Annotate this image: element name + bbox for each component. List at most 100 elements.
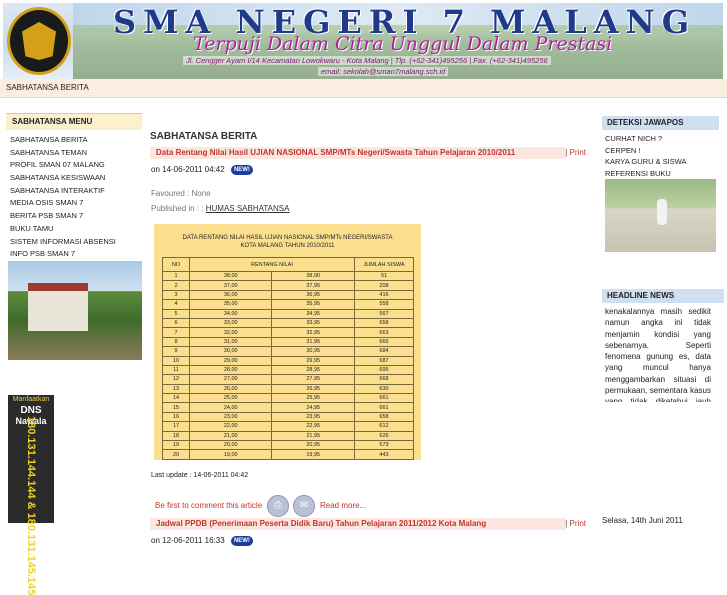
table-cell: 16 bbox=[162, 411, 190, 423]
table-row: 6 33,00 33,95 658 bbox=[162, 317, 414, 329]
exam-results-table: NO RENTANG NILAI JUMLAH SISWA 1 38,00 38,9… bbox=[162, 257, 414, 460]
table-row: 15 24,00 24,95 661 bbox=[162, 402, 414, 413]
table-cell: 34,95 bbox=[271, 308, 355, 319]
print-link[interactable]: | Print bbox=[565, 148, 586, 157]
table-cell: 25,00 bbox=[188, 393, 273, 404]
read-more-link[interactable]: Read more... bbox=[320, 501, 366, 510]
table-cell: 687 bbox=[354, 355, 414, 366]
table-cell: 34,00 bbox=[188, 308, 273, 319]
email-icon[interactable]: ✉ bbox=[293, 495, 315, 517]
jawapos-item-cerpen[interactable]: CERPEN ! bbox=[602, 145, 719, 157]
table-cell: 20,00 bbox=[188, 440, 273, 451]
sidebar-menu-heading: SABHATANSA MENU bbox=[6, 113, 142, 130]
col-header-range: RENTANG NILAI bbox=[189, 257, 355, 272]
school-building-photo bbox=[8, 261, 142, 360]
table-cell: 32,00 bbox=[188, 327, 273, 338]
breadcrumb-bar: SABHATANSA BERITA bbox=[0, 79, 727, 98]
table-cell: 29,95 bbox=[271, 355, 355, 366]
table-cell: 661 bbox=[354, 393, 414, 404]
sidebar-item-profil[interactable]: PROFIL SMAN 07 MALANG bbox=[6, 159, 142, 172]
col-header-count: JUMLAH SISWA bbox=[354, 257, 414, 272]
sidebar-item-teman[interactable]: SABHATANSA TEMAN bbox=[6, 147, 142, 160]
table-cell: 18 bbox=[162, 430, 190, 442]
table-cell: 7 bbox=[162, 327, 190, 338]
table-cell: 4 bbox=[162, 299, 190, 310]
school-address: Jl. Cengger Ayam I/14 Kecamatan Lowokwar… bbox=[183, 56, 551, 65]
jawapos-heading: DETEKSI JAWAPOS bbox=[602, 116, 719, 130]
sidebar-item-buku-tamu[interactable]: BUKU TAMU bbox=[6, 223, 142, 236]
table-cell: 612 bbox=[354, 421, 414, 432]
table-row: 13 26,00 26,95 630 bbox=[162, 383, 414, 395]
sidebar-item-media-osis[interactable]: MEDIA OSIS SMAN 7 bbox=[6, 197, 142, 210]
sidebar-item-berita[interactable]: SABHATANSA BERITA bbox=[6, 134, 142, 147]
table-cell: 19 bbox=[162, 440, 190, 451]
table-cell: 25,95 bbox=[271, 393, 355, 404]
table-cell: 26,00 bbox=[188, 383, 273, 395]
table-cell: 658 bbox=[354, 317, 414, 329]
table-cell: 36,95 bbox=[271, 289, 355, 301]
table-cell: 21,95 bbox=[271, 430, 355, 442]
current-date: Selasa, 14th Juni 2011 bbox=[602, 516, 683, 525]
table-cell: 31,00 bbox=[188, 336, 273, 348]
table-cell: 27,95 bbox=[271, 374, 355, 385]
headline-news-text: kenakalannya masih sedikit namun angka i… bbox=[605, 307, 711, 402]
right-sidebar: DETEKSI JAWAPOS CURHAT NICH ? CERPEN ! K… bbox=[602, 116, 724, 525]
table-cell: 20 bbox=[162, 449, 190, 460]
table-row: 9 30,00 30,95 684 bbox=[162, 346, 414, 357]
table-cell: 668 bbox=[354, 374, 414, 385]
headline-news-heading: HEADLINE NEWS bbox=[602, 289, 724, 303]
students-photo bbox=[605, 179, 716, 252]
table-cell: 27,00 bbox=[188, 374, 273, 385]
table-row: 10 29,00 29,95 687 bbox=[162, 355, 414, 366]
table-cell: 9 bbox=[162, 346, 190, 357]
jawapos-item-karya[interactable]: KARYA GURU & SISWA bbox=[602, 156, 719, 168]
table-row: 17 22,00 22,95 612 bbox=[162, 421, 414, 432]
dns-banner-line1: Manfaatkan bbox=[12, 396, 50, 403]
jawapos-item-referensi[interactable]: REFERENSI BUKU bbox=[602, 168, 719, 180]
table-cell: 19,95 bbox=[271, 449, 355, 460]
comment-link[interactable]: Be first to comment this article bbox=[155, 501, 262, 510]
sidebar-item-info-psb[interactable]: INFO PSB SMAN 7 bbox=[6, 248, 142, 261]
table-cell: 36,00 bbox=[188, 289, 273, 301]
published-in: Published in : : HUMAS SABHATANSA bbox=[151, 204, 290, 213]
article-title-link[interactable]: Jadwal PPDB (Penerimaan Peserta Didik Ba… bbox=[156, 519, 486, 528]
table-cell: 24,95 bbox=[271, 402, 355, 413]
table-row: 5 34,00 34,95 567 bbox=[162, 308, 414, 319]
table-cell: 51 bbox=[354, 270, 414, 282]
table-row: 16 23,00 23,95 658 bbox=[162, 411, 414, 423]
sidebar-item-berita-psb[interactable]: BERITA PSB SMAN 7 bbox=[6, 210, 142, 223]
exam-results-table-image: DATA RENTANG NILAI HASIL UJIAN NASIONAL … bbox=[154, 224, 421, 460]
table-cell: 38,00 bbox=[188, 270, 273, 282]
left-sidebar: SABHATANSA MENU SABHATANSA BERITA SABHAT… bbox=[6, 113, 142, 261]
table-row: 19 20,00 20,95 573 bbox=[162, 440, 414, 451]
jawapos-menu: CURHAT NICH ? CERPEN ! KARYA GURU & SISW… bbox=[602, 133, 719, 179]
sidebar-item-kesiswaan[interactable]: SABHATANSA KESISWAAN bbox=[6, 172, 142, 185]
table-cell: 21,00 bbox=[188, 430, 273, 442]
dns-nawala-banner[interactable]: Manfaatkan DNS Nawala 180.131.144.144 & … bbox=[8, 395, 54, 595]
sidebar-item-interaktif[interactable]: SABHATANSA INTERAKTIF bbox=[6, 185, 142, 198]
article-actions: Be first to comment this article ⎙ ✉ Rea… bbox=[155, 495, 455, 517]
school-email: email: sekolah@sman7malang.sch.id bbox=[318, 67, 449, 76]
category-link[interactable]: HUMAS SABHATANSA bbox=[206, 204, 290, 213]
table-cell: 665 bbox=[354, 336, 414, 348]
table-row: 8 31,00 31,95 665 bbox=[162, 336, 414, 348]
header-banner: SMA NEGERI 7 MALANG Terpuji Dalam Citra … bbox=[3, 3, 723, 79]
table-cell: 37,95 bbox=[271, 280, 355, 291]
table-cell: 19,00 bbox=[188, 449, 273, 460]
print-link[interactable]: | Print bbox=[565, 519, 586, 528]
table-cell: 695 bbox=[354, 364, 414, 376]
col-header-no: NO bbox=[162, 257, 190, 272]
table-row: 11 28,00 28,95 695 bbox=[162, 364, 414, 376]
table-cell: 37,00 bbox=[188, 280, 273, 291]
print-icon[interactable]: ⎙ bbox=[267, 495, 289, 517]
table-cell: 30,00 bbox=[188, 346, 273, 357]
sidebar-item-absensi[interactable]: SISTEM INFORMASI ABSENSI bbox=[6, 236, 142, 249]
table-cell: 35,95 bbox=[271, 299, 355, 310]
table-cell: 31,95 bbox=[271, 336, 355, 348]
article-title-link[interactable]: Data Rentang Nilai Hasil UJIAN NASIONAL … bbox=[156, 148, 515, 157]
jawapos-item-curhat[interactable]: CURHAT NICH ? bbox=[602, 133, 719, 145]
table-cell: 32,95 bbox=[271, 327, 355, 338]
dns-banner-line2: DNS bbox=[20, 405, 42, 416]
table-cell: 630 bbox=[354, 383, 414, 395]
last-update: Last update : 14-06-2011 04:42 bbox=[151, 472, 249, 479]
